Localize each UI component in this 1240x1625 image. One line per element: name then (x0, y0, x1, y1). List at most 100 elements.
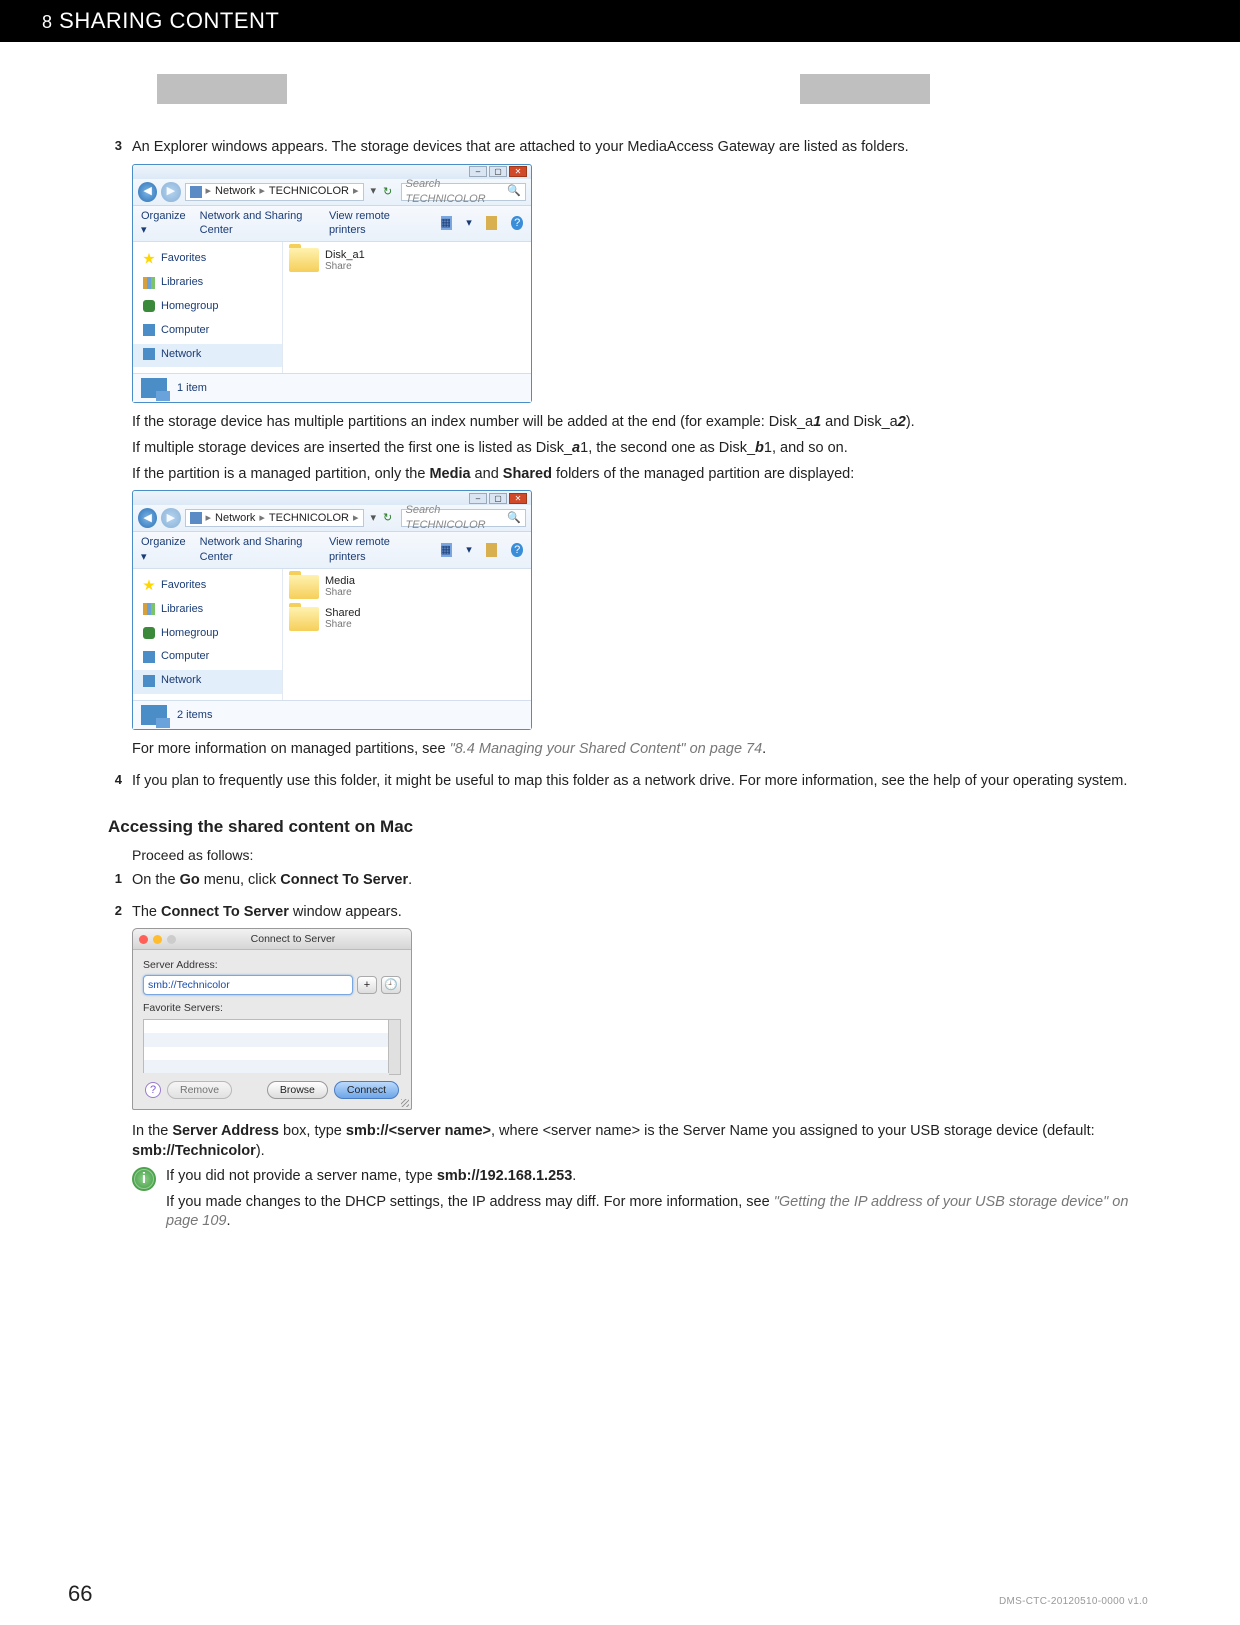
mac-step2: The Connect To Server window appears. (132, 903, 1148, 923)
homegroup-icon (143, 627, 155, 639)
close-button[interactable]: ✕ (509, 166, 527, 177)
folder-item[interactable]: SharedShare (289, 607, 525, 631)
server-address-input[interactable]: smb://Technicolor (143, 975, 353, 995)
mac-close-icon[interactable] (139, 935, 148, 944)
mac-connect-window: Connect to Server Server Address: smb://… (132, 928, 412, 1110)
search-icon: 🔍 (507, 184, 521, 199)
explorer-window-2: – ▢ ✕ ◀ ▶ ▸ Network ▸ TECHNICOLOR (132, 490, 532, 730)
breadcrumb-device[interactable]: TECHNICOLOR (269, 511, 349, 526)
doc-version: DMS-CTC-20120510-0000 v1.0 (999, 1596, 1148, 1607)
status-bar: 1 item (133, 373, 531, 402)
breadcrumb-network[interactable]: Network (215, 184, 255, 199)
note-dhcp: If you made changes to the DHCP settings… (166, 1193, 1148, 1232)
view-options-icon[interactable]: ▦ (441, 543, 453, 557)
maximize-button[interactable]: ▢ (489, 493, 507, 504)
browse-button[interactable]: Browse (267, 1081, 328, 1099)
folder-item[interactable]: Disk_a1Share (289, 248, 525, 272)
forward-button[interactable]: ▶ (161, 182, 180, 202)
address-bar[interactable]: ▸ Network ▸ TECHNICOLOR ▸ (185, 509, 364, 527)
mac-proceed: Proceed as follows: (132, 847, 1148, 863)
header-tabstrip (0, 74, 1240, 104)
preview-pane-icon[interactable] (486, 216, 498, 230)
connect-button[interactable]: Connect (334, 1081, 399, 1099)
step-number: 2 (108, 903, 122, 1238)
mac-help-icon[interactable]: ? (145, 1082, 161, 1098)
view-options-icon[interactable]: ▦ (441, 216, 453, 230)
step4-text: If you plan to frequently use this folde… (132, 772, 1148, 792)
network-sharing-link[interactable]: Network and Sharing Center (200, 535, 315, 565)
nav-homegroup[interactable]: Homegroup (133, 623, 282, 647)
nav-network[interactable]: Network (133, 670, 282, 694)
status-bar: 2 items (133, 700, 531, 729)
address-dropdown[interactable]: ▾ (368, 184, 380, 199)
chapter-number: 8 (42, 12, 53, 32)
back-button[interactable]: ◀ (138, 182, 157, 202)
folder-icon (289, 248, 319, 272)
chapter-title: SHARING CONTENT (59, 8, 279, 33)
close-button[interactable]: ✕ (509, 493, 527, 504)
para-multiple-devices: If multiple storage devices are inserted… (132, 439, 1148, 459)
scrollbar[interactable] (389, 1019, 401, 1075)
address-dropdown[interactable]: ▾ (368, 511, 380, 526)
mac-server-address-instruction: In the Server Address box, type smb://<s… (132, 1122, 1148, 1161)
search-input[interactable]: Search TECHNICOLOR 🔍 (401, 183, 526, 201)
breadcrumb-network[interactable]: Network (215, 511, 255, 526)
info-icon: i (132, 1167, 156, 1191)
star-icon (143, 253, 155, 265)
nav-homegroup[interactable]: Homegroup (133, 296, 282, 320)
nav-libraries[interactable]: Libraries (133, 272, 282, 296)
minimize-button[interactable]: – (469, 166, 487, 177)
minimize-button[interactable]: – (469, 493, 487, 504)
favorite-servers-list[interactable] (143, 1019, 389, 1073)
back-button[interactable]: ◀ (138, 508, 157, 528)
refresh-icon[interactable]: ↻ (383, 511, 396, 525)
navigation-pane: Favorites Libraries Homegroup Computer N… (133, 242, 283, 373)
status-network-icon (141, 378, 167, 398)
organize-menu[interactable]: Organize ▾ (141, 535, 186, 565)
libraries-icon (143, 603, 155, 615)
help-icon[interactable]: ? (511, 543, 523, 557)
view-remote-printers[interactable]: View remote printers (329, 535, 413, 565)
search-input[interactable]: Search TECHNICOLOR 🔍 (401, 509, 526, 527)
view-remote-printers[interactable]: View remote printers (329, 209, 413, 239)
step-number: 1 (108, 871, 122, 897)
nav-favorites[interactable]: Favorites (133, 248, 282, 272)
organize-menu[interactable]: Organize ▾ (141, 209, 186, 239)
forward-button[interactable]: ▶ (161, 508, 180, 528)
help-icon[interactable]: ? (511, 216, 523, 230)
homegroup-icon (143, 300, 155, 312)
folder-icon (289, 575, 319, 599)
location-icon (190, 186, 202, 198)
refresh-icon[interactable]: ↻ (383, 185, 396, 199)
maximize-button[interactable]: ▢ (489, 166, 507, 177)
address-bar[interactable]: ▸ Network ▸ TECHNICOLOR ▸ (185, 183, 364, 201)
crossref-link[interactable]: "8.4 Managing your Shared Content" on pa… (450, 741, 763, 757)
breadcrumb-device[interactable]: TECHNICOLOR (269, 184, 349, 199)
add-favorite-button[interactable]: + (357, 976, 377, 994)
remove-button[interactable]: Remove (167, 1081, 232, 1099)
nav-computer[interactable]: Computer (133, 646, 282, 670)
page-number: 66 (68, 1581, 92, 1607)
server-address-label: Server Address: (143, 958, 401, 972)
folder-icon (289, 607, 319, 631)
para-moreinfo: For more information on managed partitio… (132, 740, 1148, 760)
location-icon (190, 512, 202, 524)
folder-item[interactable]: MediaShare (289, 575, 525, 599)
file-list: Disk_a1Share (283, 242, 531, 373)
mac-zoom-icon[interactable] (167, 935, 176, 944)
step3-lead: An Explorer windows appears. The storage… (132, 138, 1148, 158)
nav-network[interactable]: Network (133, 344, 282, 368)
network-icon (143, 348, 155, 360)
status-network-icon (141, 705, 167, 725)
para-managed: If the partition is a managed partition,… (132, 465, 1148, 485)
nav-favorites[interactable]: Favorites (133, 575, 282, 599)
preview-pane-icon[interactable] (486, 543, 498, 557)
chapter-header: 8 SHARING CONTENT (0, 0, 1240, 42)
favorite-servers-label: Favorite Servers: (143, 1001, 401, 1015)
nav-computer[interactable]: Computer (133, 320, 282, 344)
mac-minimize-icon[interactable] (153, 935, 162, 944)
network-sharing-link[interactable]: Network and Sharing Center (200, 209, 315, 239)
libraries-icon (143, 277, 155, 289)
history-button[interactable]: 🕘 (381, 976, 401, 994)
nav-libraries[interactable]: Libraries (133, 599, 282, 623)
